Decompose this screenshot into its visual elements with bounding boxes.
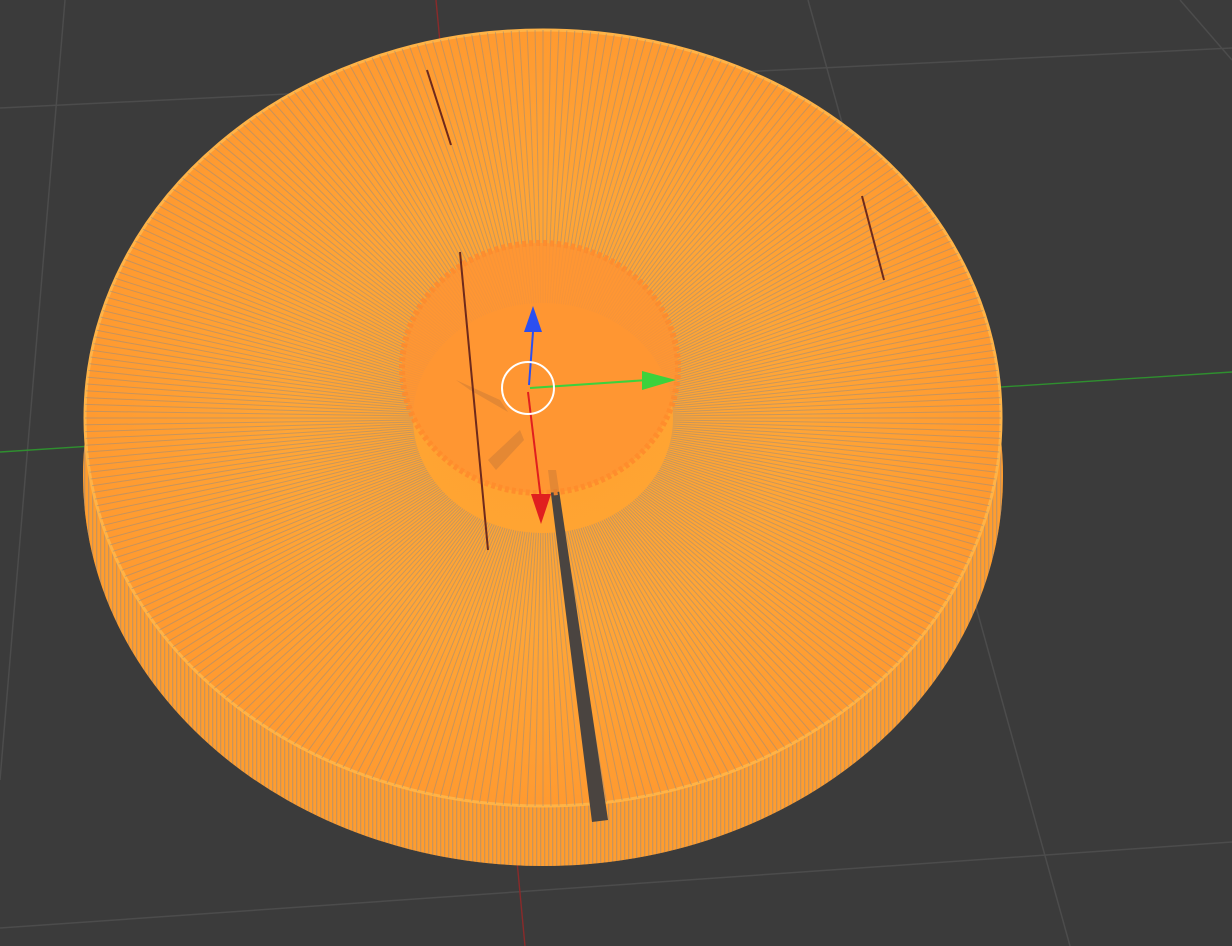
viewport-canvas[interactable]	[0, 0, 1232, 946]
cylinder-mesh[interactable]	[73, 18, 1013, 866]
3d-viewport[interactable]	[0, 0, 1232, 946]
inner-disk	[399, 240, 681, 496]
